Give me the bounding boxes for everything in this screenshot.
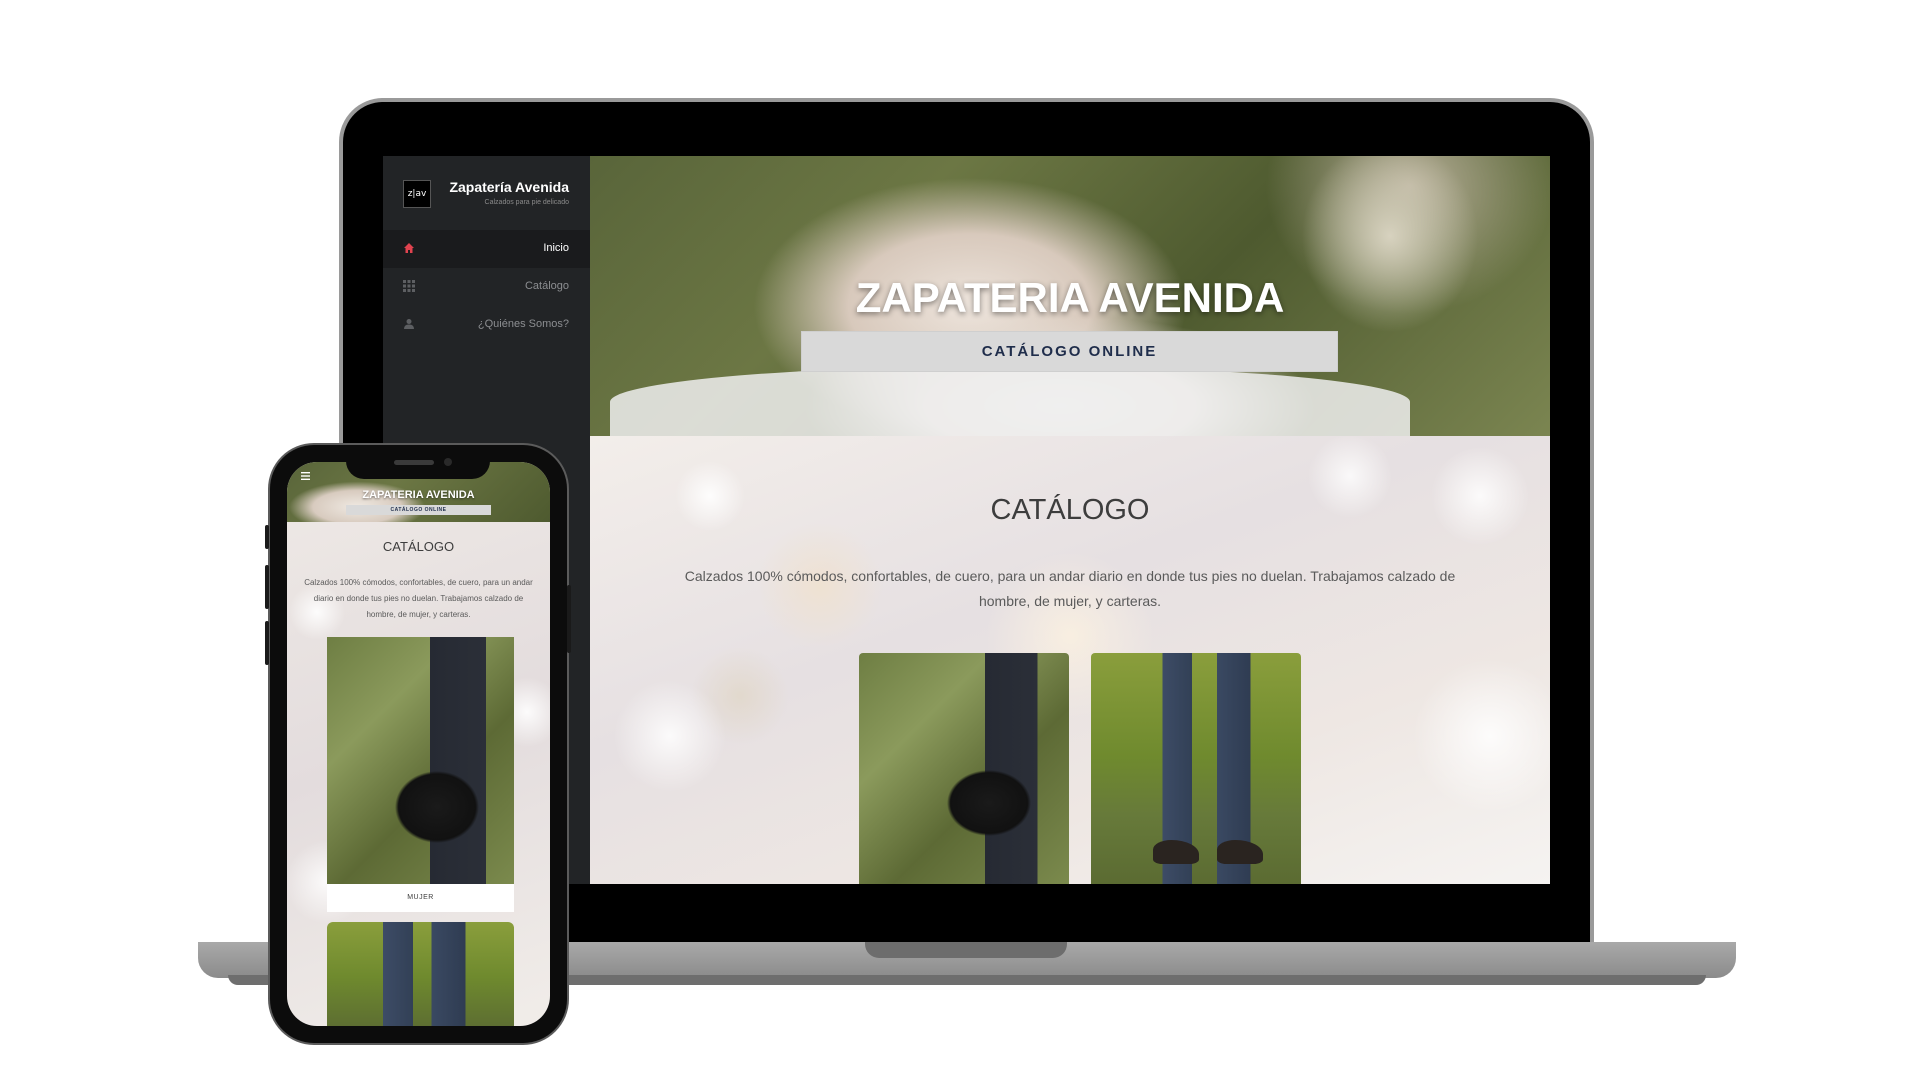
mobile-catalog-card-men[interactable]	[327, 922, 514, 1026]
mobile-catalog-title: CATÁLOGO	[382, 539, 455, 554]
sidebar-item-label: Catálogo	[524, 280, 569, 292]
mobile-hero-title: ZAPATERIA AVENIDA	[362, 489, 475, 501]
sidebar-item-quienes-somos[interactable]: ¿Quiénes Somos?	[383, 306, 590, 344]
sidebar-item-label: Inicio	[543, 242, 569, 254]
catalog-title: CATÁLOGO	[990, 494, 1150, 526]
phone-speaker	[394, 460, 434, 465]
hero-banner: ZAPATERIA AVENIDA CATÁLOGO ONLINE	[590, 156, 1550, 436]
phone-side-button	[265, 565, 269, 609]
hero-sneaker-image	[610, 366, 1410, 436]
grid-icon	[403, 280, 415, 292]
laptop-trackpad-notch	[865, 942, 1067, 958]
brand[interactable]: z|av Zapatería Avenida Calzados para pie…	[383, 156, 590, 232]
mobile-card-label[interactable]: MUJER	[327, 884, 514, 912]
hamburger-icon[interactable]	[301, 472, 310, 483]
mobile-catalog-online-button[interactable]: CATÁLOGO ONLINE	[346, 505, 491, 515]
brand-logo[interactable]: z|av	[403, 180, 431, 208]
phone-camera	[444, 458, 452, 466]
catalog-section: CATÁLOGO Calzados 100% cómodos, conforta…	[590, 436, 1550, 884]
catalog-card-women[interactable]	[859, 653, 1069, 884]
shoe-image	[1153, 840, 1199, 864]
phone-side-button	[265, 525, 269, 549]
brand-name[interactable]: Zapatería Avenida	[449, 179, 569, 195]
sidebar-item-label: ¿Quiénes Somos?	[477, 318, 569, 330]
shoe-image	[1217, 840, 1263, 864]
catalog-description: Calzados 100% cómodos, confortables, de …	[684, 568, 1456, 609]
home-icon	[403, 242, 415, 254]
phone-notch	[346, 445, 490, 479]
user-icon	[403, 318, 415, 330]
mobile-catalog-card-women[interactable]	[327, 637, 514, 884]
sidebar-item-catalogo[interactable]: Catálogo	[383, 268, 590, 306]
phone-frame: ZAPATERIA AVENIDA CATÁLOGO ONLINE CATÁLO…	[265, 445, 571, 1043]
device-mockup-stage: z|av Zapatería Avenida Calzados para pie…	[0, 0, 1920, 1080]
sidebar-item-inicio[interactable]: Inicio	[383, 230, 590, 268]
hero-title: ZAPATERIA AVENIDA	[855, 274, 1285, 321]
catalog-card-men[interactable]	[1091, 653, 1301, 884]
phone-screen: ZAPATERIA AVENIDA CATÁLOGO ONLINE CATÁLO…	[287, 462, 550, 1026]
catalog-online-button[interactable]: CATÁLOGO ONLINE	[801, 331, 1338, 372]
phone-side-button	[265, 621, 269, 665]
brand-tagline: Calzados para pie delicado	[484, 199, 569, 206]
mobile-catalog-description: Calzados 100% cómodos, confortables, de …	[304, 578, 533, 619]
phone-side-button	[567, 585, 571, 653]
